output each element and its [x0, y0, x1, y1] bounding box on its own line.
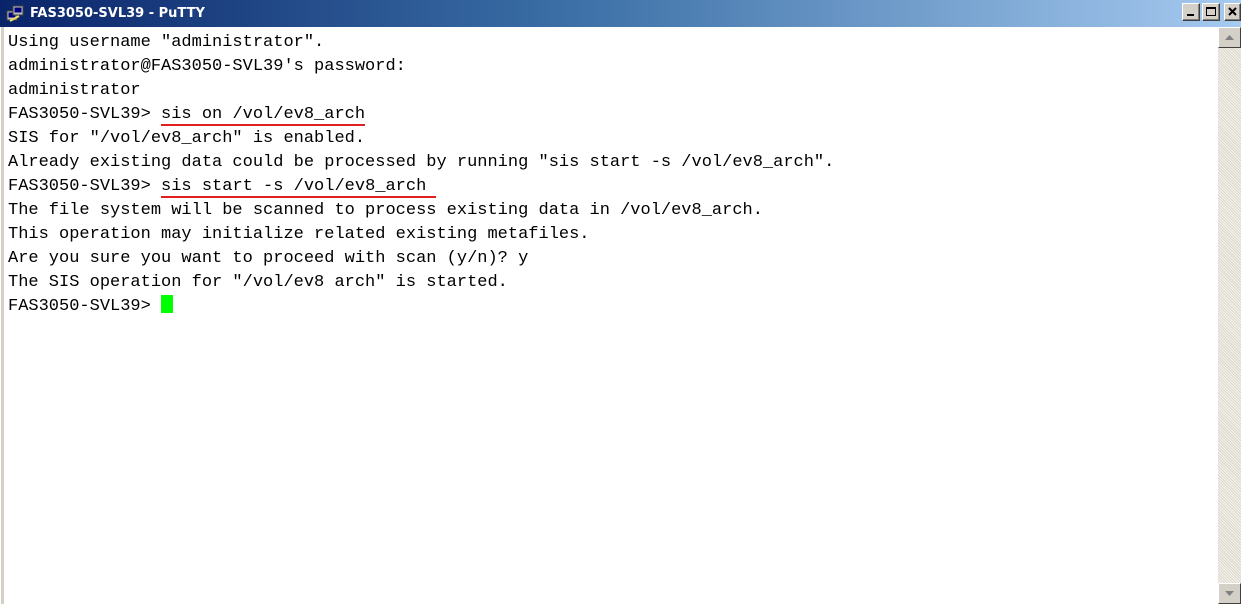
terminal-prompt-line: FAS3050-SVL39> sis on /vol/ev8_arch — [8, 103, 834, 127]
title-bar[interactable]: FAS3050-SVL39 - PuTTY — [0, 0, 1241, 27]
terminal-output-line: The SIS operation for "/vol/ev8 arch" is… — [8, 273, 508, 292]
terminal-prompt-line: FAS3050-SVL39> sis start -s /vol/ev8_arc… — [8, 175, 834, 199]
terminal-output-line: SIS for "/vol/ev8_arch" is enabled. — [8, 129, 366, 148]
terminal-lines: Using username "administrator". administr… — [8, 31, 834, 319]
terminal-output-line: The file system will be scanned to proce… — [8, 201, 763, 220]
putty-window: FAS3050-SVL39 - PuTTY Using username "ad… — [0, 0, 1241, 604]
maximize-button[interactable] — [1202, 3, 1220, 21]
terminal-output-line: administrator@FAS3050-SVL39's password: — [8, 57, 406, 76]
terminal-prompt-line: FAS3050-SVL39> — [8, 295, 834, 319]
vertical-scrollbar[interactable] — [1218, 27, 1241, 604]
terminal-cursor — [161, 295, 174, 313]
terminal-output-line: Using username "administrator". — [8, 33, 325, 52]
typed-command: sis start -s /vol/ev8_arch — [161, 177, 437, 198]
shell-prompt: FAS3050-SVL39> — [8, 177, 162, 196]
terminal-output-line: Are you sure you want to proceed with sc… — [8, 249, 529, 268]
typed-command: sis on /vol/ev8_arch — [161, 105, 366, 126]
shell-prompt: FAS3050-SVL39> — [8, 105, 162, 124]
scroll-up-button[interactable] — [1218, 27, 1241, 48]
terminal-output-line: This operation may initialize related ex… — [8, 225, 590, 244]
minimize-button[interactable] — [1182, 3, 1200, 21]
terminal-output-line: administrator — [8, 81, 141, 100]
window-title: FAS3050-SVL39 - PuTTY — [30, 6, 205, 21]
putty-icon[interactable] — [6, 5, 24, 23]
close-button[interactable] — [1224, 3, 1241, 21]
terminal-area[interactable]: Using username "administrator". administr… — [4, 27, 1218, 604]
shell-prompt: FAS3050-SVL39> — [8, 297, 162, 316]
terminal-output-line: Already existing data could be processed… — [8, 153, 835, 172]
scroll-down-button[interactable] — [1218, 583, 1241, 604]
